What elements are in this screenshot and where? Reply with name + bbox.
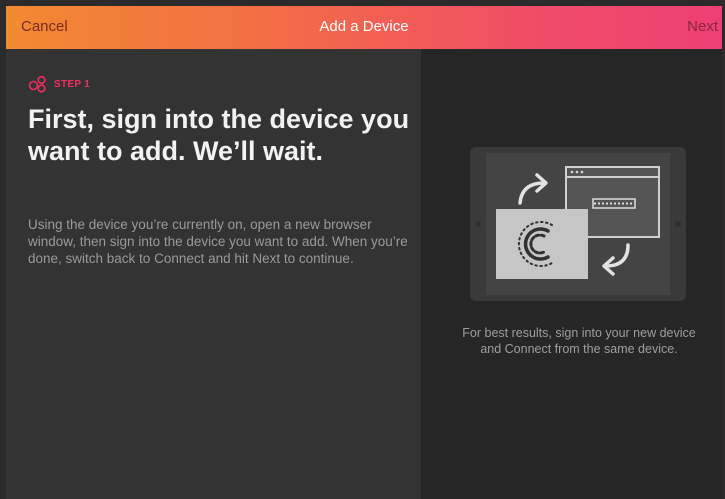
step-icon <box>28 75 46 93</box>
tip-caption: For best results, sign into your new dev… <box>462 326 696 356</box>
next-button[interactable]: Next <box>687 18 718 35</box>
connect-app-icon <box>496 209 588 279</box>
app-window: Cancel Add a Device Next STEP 1 First, s… <box>6 6 722 499</box>
tip-panel: For best results, sign into your new dev… <box>421 49 722 499</box>
step-label: STEP 1 <box>54 78 91 90</box>
headline: First, sign into the device you want to … <box>28 104 410 166</box>
step-indicator: STEP 1 <box>28 75 90 93</box>
instructions-text: Using the device you’re currently on, op… <box>28 217 408 266</box>
device-sync-illustration <box>468 145 688 305</box>
instructions-panel: STEP 1 First, sign into the device you w… <box>6 49 421 499</box>
page-title: Add a Device <box>319 18 409 35</box>
header-bar: Cancel Add a Device Next <box>6 6 722 49</box>
